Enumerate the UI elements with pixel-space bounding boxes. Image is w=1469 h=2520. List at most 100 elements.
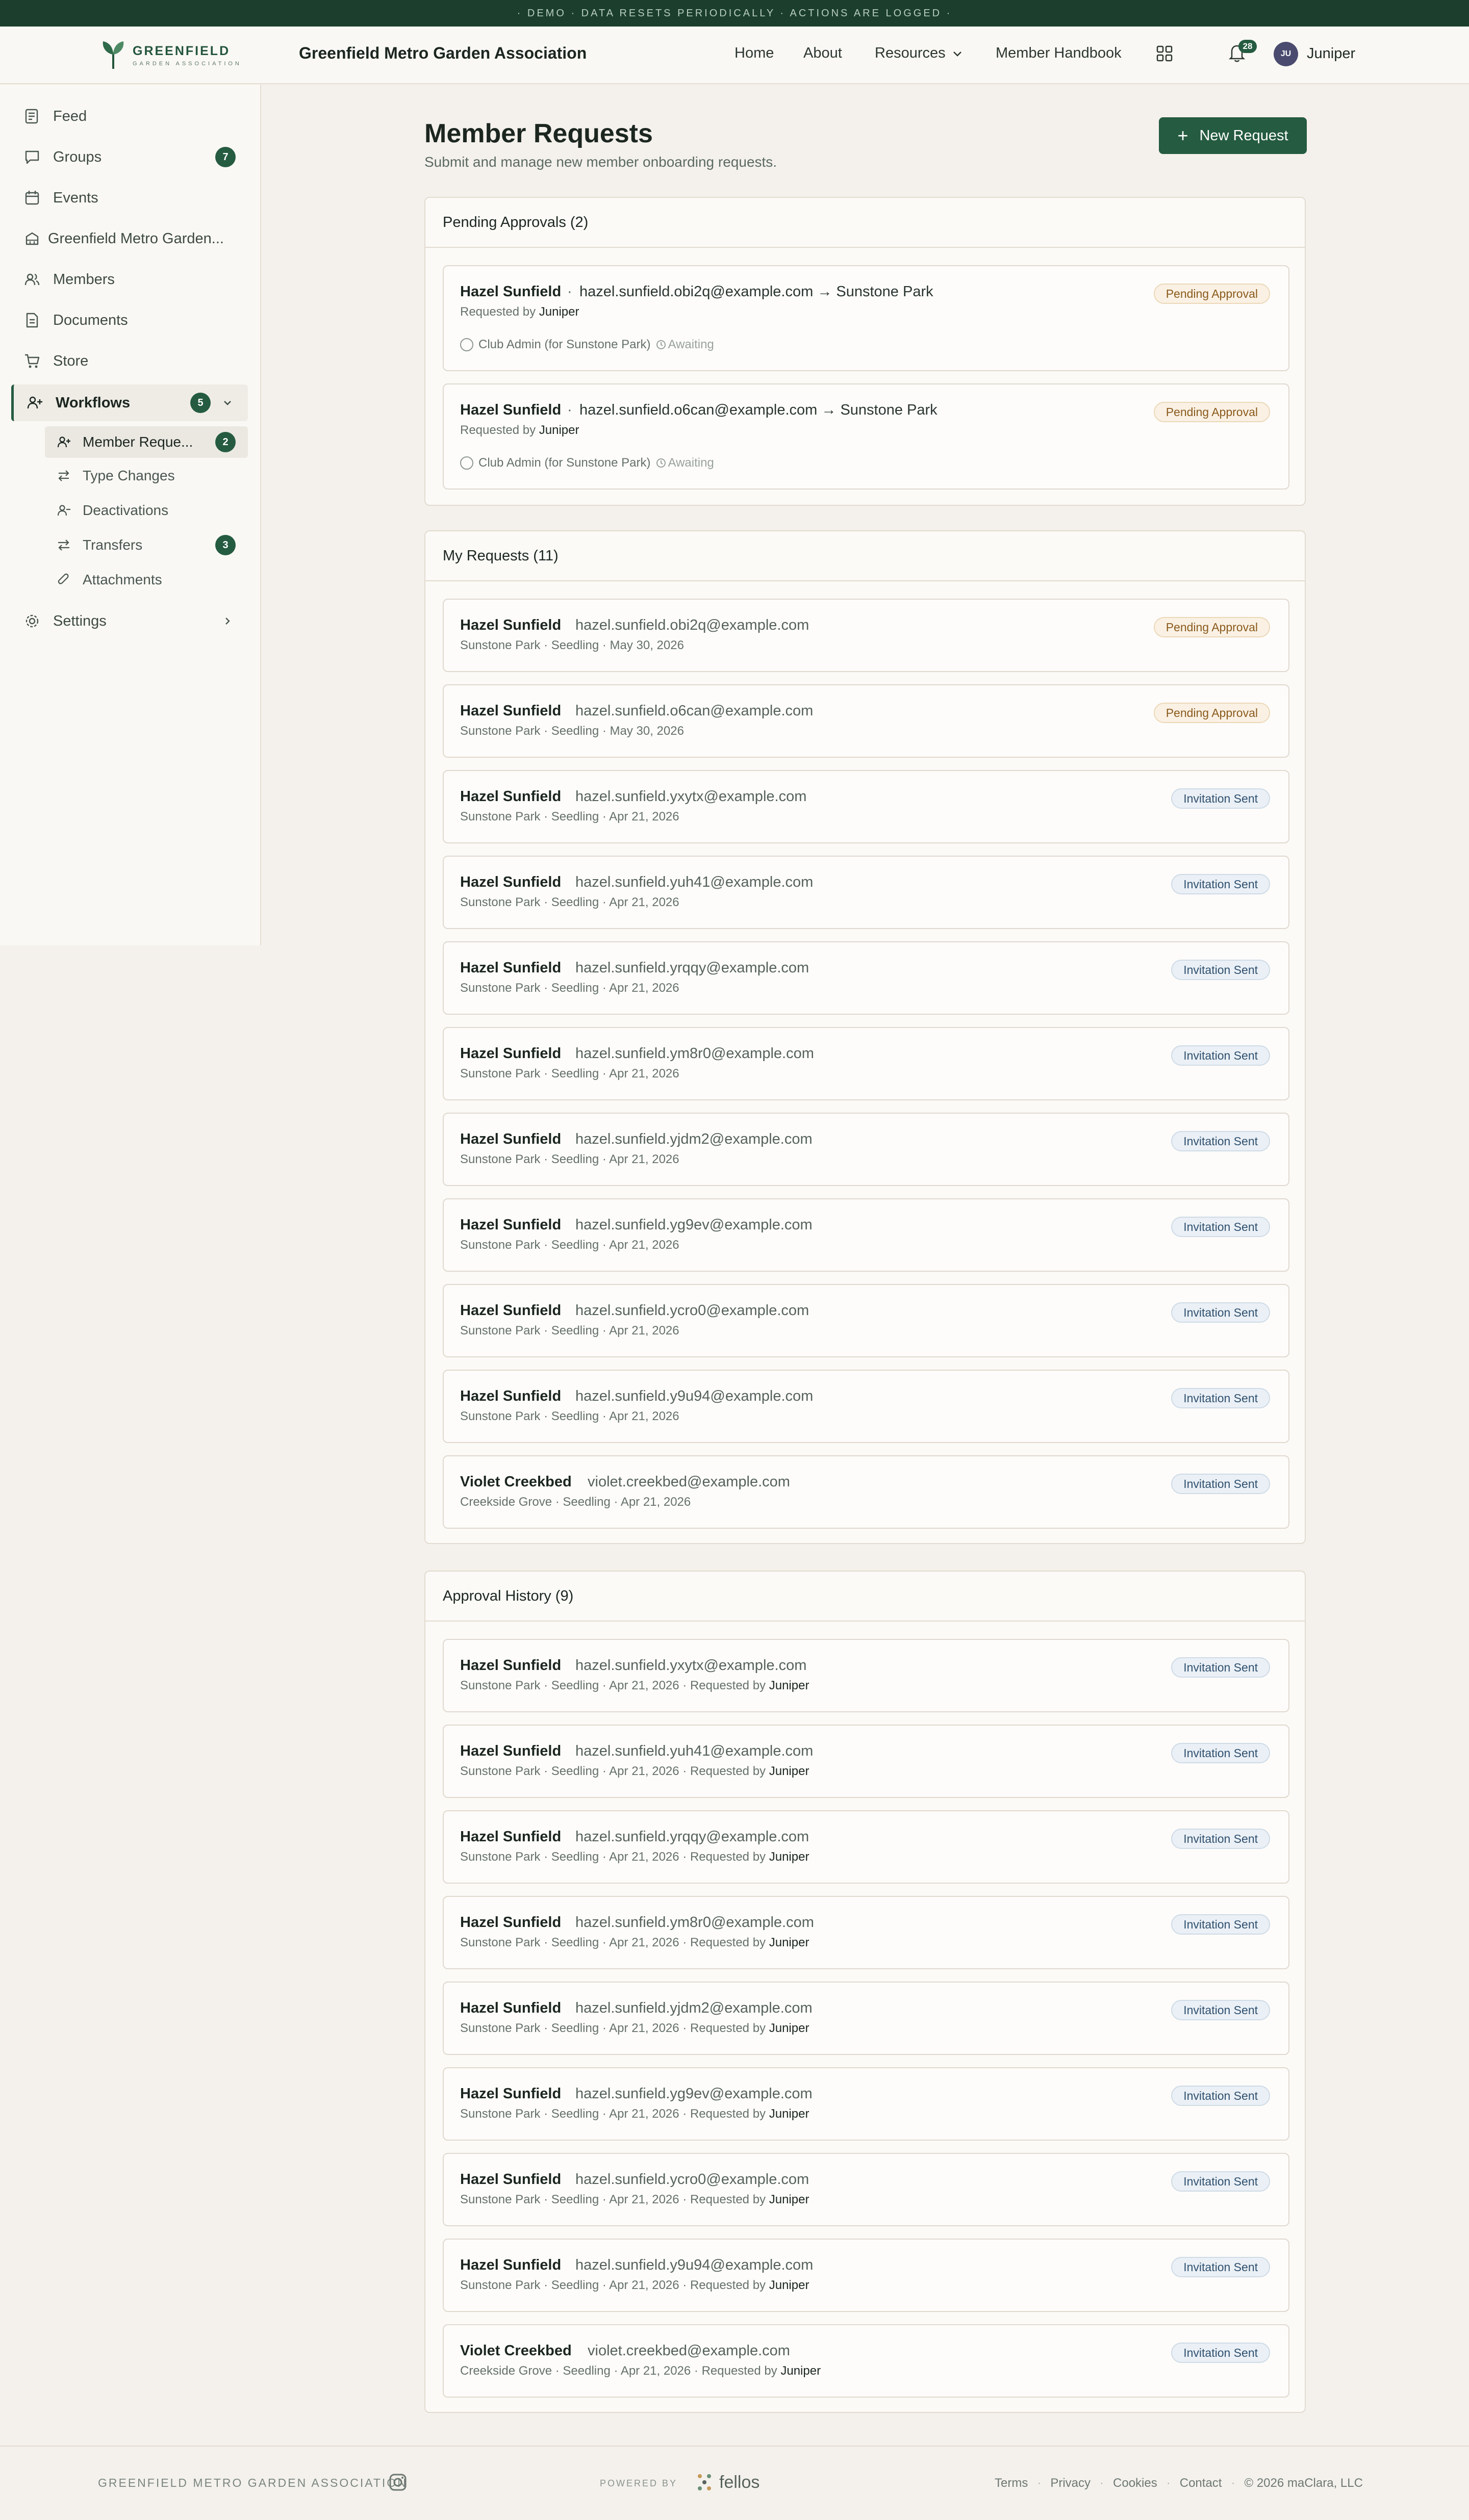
sidebar: Feed Groups 7 Events Greenfield Metro Ga…	[0, 85, 261, 945]
site-logo[interactable]: GREENFIELD GARDEN ASSOCIATION	[100, 39, 242, 71]
history-item[interactable]: Hazel Sunfield hazel.sunfield.yuh41@examp…	[443, 1725, 1289, 1798]
request-item[interactable]: Hazel Sunfield hazel.sunfield.obi2q@examp…	[443, 599, 1289, 672]
history-item[interactable]: Hazel Sunfield hazel.sunfield.yjdm2@examp…	[443, 1982, 1289, 2055]
status-badge: Invitation Sent	[1171, 1388, 1270, 1408]
request-item[interactable]: Hazel Sunfield hazel.sunfield.yxytx@examp…	[443, 770, 1289, 843]
footer-link-contact[interactable]: Contact	[1180, 2476, 1222, 2490]
footer-link-cookies[interactable]: Cookies	[1113, 2476, 1157, 2490]
footer-link-privacy[interactable]: Privacy	[1050, 2476, 1091, 2490]
requester-user: Juniper	[780, 2364, 821, 2378]
requested-by-label: · Requested by	[682, 2021, 766, 2035]
gear-icon	[26, 614, 39, 628]
history-item[interactable]: Hazel Sunfield hazel.sunfield.y9u94@examp…	[443, 2239, 1289, 2312]
avatar[interactable]: JU	[1274, 42, 1298, 66]
request-target: hazel.sunfield.obi2q@example.com → Sunst…	[579, 284, 933, 300]
request-email: hazel.sunfield.obi2q@example.com	[575, 617, 809, 633]
sidebar-item-organization[interactable]: Greenfield Metro Garden...	[0, 220, 261, 257]
apps-grid-icon[interactable]	[1156, 45, 1173, 62]
nav-resources[interactable]: Resources	[875, 45, 963, 62]
status-badge: Invitation Sent	[1171, 960, 1270, 980]
sidebar-item-documents[interactable]: Documents	[0, 302, 261, 339]
status-badge: Invitation Sent	[1171, 1131, 1270, 1151]
approver-step: Club Admin (for Sunstone Park) Awaiting	[460, 456, 714, 470]
separator-dot: ·	[1231, 2476, 1235, 2490]
history-item[interactable]: Hazel Sunfield hazel.sunfield.yrqqy@examp…	[443, 1810, 1289, 1884]
request-item[interactable]: Hazel Sunfield hazel.sunfield.yrqqy@examp…	[443, 941, 1289, 1015]
request-meta: Sunstone Park · Seedling · Apr 21, 2026 …	[460, 2107, 809, 2121]
request-item[interactable]: Hazel Sunfield hazel.sunfield.yjdm2@examp…	[443, 1113, 1289, 1186]
pending-approval-item[interactable]: Hazel Sunfield · hazel.sunfield.o6can@ex…	[443, 383, 1289, 490]
requester-name: Hazel Sunfield	[460, 1388, 562, 1404]
sidebar-subitem-member-requests[interactable]: Member Reque... 2	[45, 426, 248, 458]
logo-text: GREENFIELD	[133, 43, 231, 58]
requester-name: Hazel Sunfield	[460, 1217, 562, 1233]
pending-approval-item[interactable]: Hazel Sunfield · hazel.sunfield.obi2q@ex…	[443, 265, 1289, 371]
request-item[interactable]: Hazel Sunfield hazel.sunfield.y9u94@examp…	[443, 1370, 1289, 1443]
requester-name: Violet Creekbed	[460, 1474, 572, 1490]
sidebar-item-members[interactable]: Members	[0, 261, 261, 298]
request-meta: Sunstone Park · Seedling · Apr 21, 2026	[460, 1324, 679, 1338]
request-email: hazel.sunfield.ym8r0@example.com	[575, 1045, 814, 1062]
history-item[interactable]: Violet Creekbed violet.creekbed@example.c…	[443, 2324, 1289, 2398]
history-item[interactable]: Hazel Sunfield hazel.sunfield.ym8r0@examp…	[443, 1896, 1289, 1969]
status-badge: Invitation Sent	[1171, 1474, 1270, 1494]
sidebar-subitem-attachments[interactable]: Attachments	[45, 564, 248, 596]
sidebar-item-label: Documents	[53, 312, 128, 328]
sidebar-item-groups[interactable]: Groups 7	[0, 139, 261, 175]
status-badge: Invitation Sent	[1171, 2086, 1270, 2106]
request-email: hazel.sunfield.yuh41@example.com	[575, 874, 814, 890]
request-item[interactable]: Hazel Sunfield hazel.sunfield.yuh41@examp…	[443, 856, 1289, 929]
sidebar-item-settings[interactable]: Settings	[0, 603, 261, 639]
requested-by-label: · Requested by	[682, 1936, 766, 1949]
transfer-arrows-icon	[58, 539, 69, 551]
sidebar-item-label: Workflows	[56, 394, 131, 411]
nav-about[interactable]: About	[803, 45, 842, 62]
user-name[interactable]: Juniper	[1307, 45, 1355, 62]
sidebar-subitem-transfers[interactable]: Transfers 3	[45, 529, 248, 561]
request-meta: Sunstone Park · Seedling · Apr 21, 2026	[460, 1238, 679, 1252]
request-item[interactable]: Hazel Sunfield hazel.sunfield.ycro0@examp…	[443, 1284, 1289, 1357]
nav-member-handbook[interactable]: Member Handbook	[996, 45, 1122, 62]
request-item[interactable]: Hazel Sunfield hazel.sunfield.yg9ev@examp…	[443, 1198, 1289, 1272]
request-item[interactable]: Violet Creekbed violet.creekbed@example.c…	[443, 1455, 1289, 1529]
site-title[interactable]: Greenfield Metro Garden Association	[299, 44, 587, 63]
sidebar-item-feed[interactable]: Feed	[0, 98, 261, 135]
request-meta: Creekside Grove · Seedling · Apr 21, 202…	[460, 2364, 821, 2378]
request-details: Sunstone Park · Seedling · Apr 21, 2026	[460, 1850, 679, 1864]
request-details: Sunstone Park · Seedling · Apr 21, 2026	[460, 1238, 679, 1252]
requester-name: Hazel Sunfield	[460, 788, 562, 805]
request-meta: Sunstone Park · Seedling · May 30, 2026	[460, 638, 684, 653]
sidebar-item-events[interactable]: Events	[0, 179, 261, 216]
awaiting-label: Awaiting	[668, 456, 714, 470]
instagram-icon[interactable]	[388, 2472, 408, 2492]
sidebar-subitem-label: Type Changes	[83, 468, 175, 483]
history-item[interactable]: Hazel Sunfield hazel.sunfield.yxytx@examp…	[443, 1639, 1289, 1712]
request-item[interactable]: Hazel Sunfield hazel.sunfield.ym8r0@examp…	[443, 1027, 1289, 1100]
requested-by-label: · Requested by	[682, 2193, 766, 2206]
request-meta: Sunstone Park · Seedling · Apr 21, 2026	[460, 895, 679, 910]
sidebar-subitem-deactivations[interactable]: Deactivations	[45, 495, 248, 526]
nav-home[interactable]: Home	[734, 45, 774, 62]
requester-name: Violet Creekbed	[460, 2343, 572, 2359]
status-badge: Invitation Sent	[1171, 874, 1270, 894]
chevron-down-icon[interactable]	[222, 397, 233, 408]
users-icon	[24, 273, 40, 286]
request-item[interactable]: Hazel Sunfield hazel.sunfield.o6can@examp…	[443, 684, 1289, 758]
requester-name: Hazel Sunfield	[460, 1743, 562, 1759]
fellos-brand[interactable]: fellos	[696, 2472, 759, 2492]
sidebar-item-store[interactable]: Store	[0, 343, 261, 379]
requester-name: Hazel Sunfield	[460, 402, 562, 418]
sidebar-item-label: Store	[53, 352, 89, 369]
pending-approvals-title: Pending Approvals (2)	[425, 198, 1305, 248]
sidebar-item-workflows[interactable]: Workflows 5	[11, 384, 248, 421]
approval-history-card: Approval History (9) Hazel Sunfield hazel…	[424, 1571, 1306, 2413]
footer-link-terms[interactable]: Terms	[995, 2476, 1028, 2490]
status-badge: Invitation Sent	[1171, 788, 1270, 809]
sidebar-subitem-type-changes[interactable]: Type Changes	[45, 460, 248, 492]
history-item[interactable]: Hazel Sunfield hazel.sunfield.ycro0@examp…	[443, 2153, 1289, 2226]
swap-arrows-icon	[58, 470, 69, 481]
request-email: violet.creekbed@example.com	[588, 1474, 790, 1490]
history-item[interactable]: Hazel Sunfield hazel.sunfield.yg9ev@examp…	[443, 2067, 1289, 2141]
requester-name: Hazel Sunfield	[460, 1131, 562, 1147]
new-request-button[interactable]: + New Request	[1159, 117, 1307, 154]
